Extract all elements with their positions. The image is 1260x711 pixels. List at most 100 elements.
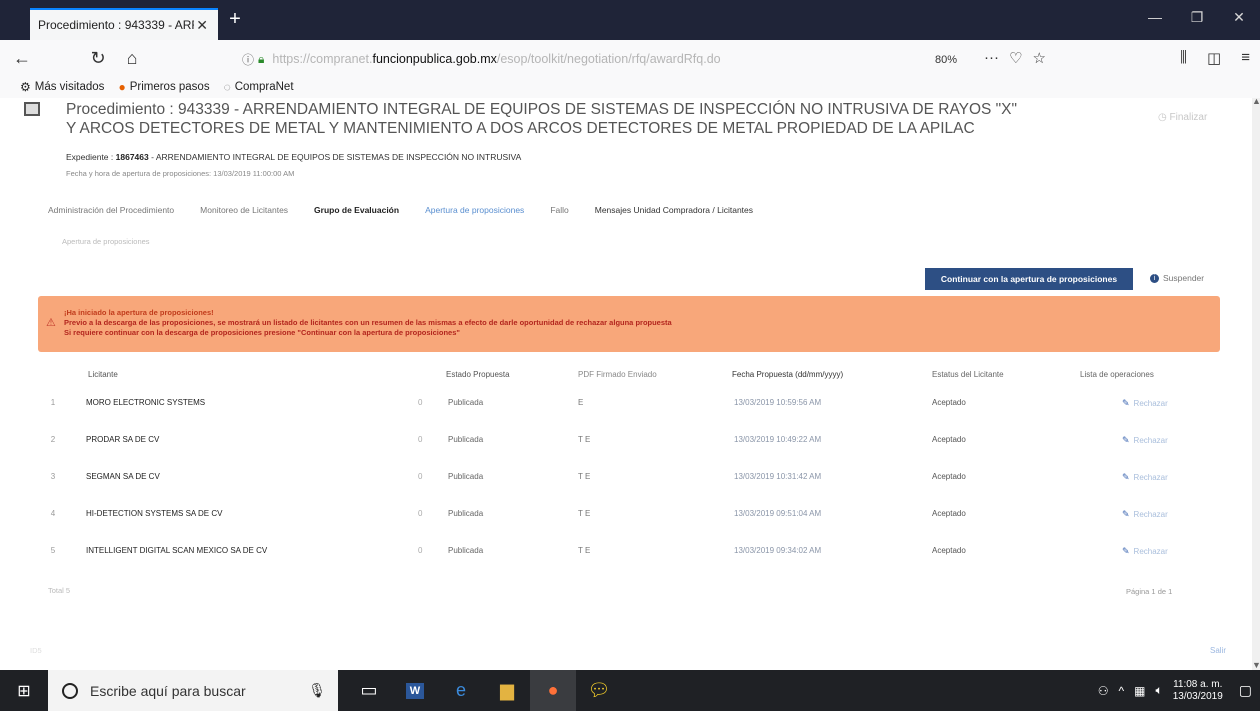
header-operaciones: Lista de operaciones xyxy=(1080,370,1154,379)
new-tab-button[interactable]: + xyxy=(224,9,246,31)
network-icon[interactable]: ▦ xyxy=(1134,684,1145,698)
bookmark-label: Más visitados xyxy=(34,81,105,93)
library-icon[interactable]: ⫼ xyxy=(1180,49,1187,67)
header-pdf[interactable]: PDF Firmado Enviado xyxy=(578,370,657,379)
volume-icon[interactable]: 🔈︎ xyxy=(1156,683,1163,698)
toolbar-right: ⫼ ◫ ≡ xyxy=(1180,49,1250,67)
fecha-propuesta: 13/03/2019 10:49:22 AM xyxy=(734,435,822,444)
estado-propuesta: Publicada xyxy=(448,546,484,555)
edit-icon: ✎ xyxy=(1122,398,1130,408)
estado-propuesta: Publicada xyxy=(448,435,484,444)
page-title: Procedimiento : 943339 - ARRENDAMIENTO I… xyxy=(66,100,1046,138)
edit-icon: ✎ xyxy=(1122,435,1130,445)
tab-administracion[interactable]: Administración del Procedimiento xyxy=(48,205,174,215)
tab-monitoreo[interactable]: Monitoreo de Licitantes xyxy=(200,205,288,215)
page-title-line-1: Procedimiento : 943339 - ARRENDAMIENTO I… xyxy=(66,101,1018,118)
edit-icon: ✎ xyxy=(1122,472,1130,482)
rechazar-label: Rechazar xyxy=(1133,510,1168,519)
pdf-firmado: T E xyxy=(578,435,591,444)
licitante-name: SEGMAN SA DE CV xyxy=(86,472,160,481)
bookmark-primeros-pasos[interactable]: ● Primeros pasos xyxy=(118,80,209,94)
breadcrumb: Apertura de proposiciones xyxy=(62,237,150,246)
bookmark-label: CompraNet xyxy=(234,81,294,93)
fecha-apertura: Fecha y hora de apertura de proposicione… xyxy=(66,169,295,178)
people-icon[interactable]: ⚇ xyxy=(1098,684,1109,698)
scroll-down-icon[interactable]: ▼ xyxy=(1252,660,1260,670)
search-placeholder: Escribe aquí para buscar xyxy=(90,682,246,699)
finalize-button[interactable]: ◷ Finalizar xyxy=(1158,112,1207,123)
menu-icon[interactable]: ≡ xyxy=(1241,49,1250,67)
navigation-toolbar: ← ↻ ⌂ ⓘ 🔒︎ https://compranet. funcionpubl… xyxy=(0,40,1260,76)
tab-apertura[interactable]: Apertura de proposiciones xyxy=(425,205,524,215)
rechazar-link[interactable]: ✎ Rechazar xyxy=(1122,472,1168,483)
warning-icon: ⚠ xyxy=(46,317,56,329)
header-estado[interactable]: Estado Propuesta xyxy=(446,370,510,379)
rechazar-link[interactable]: ✎ Rechazar xyxy=(1122,398,1168,409)
edit-icon: ✎ xyxy=(1122,509,1130,519)
clock-date: 13/03/2019 xyxy=(1172,690,1223,702)
word-icon[interactable]: W xyxy=(392,670,438,711)
star-icon[interactable]: ☆ xyxy=(1032,49,1045,67)
minimize-icon[interactable]: — xyxy=(1134,0,1176,34)
rechazar-link[interactable]: ✎ Rechazar xyxy=(1122,435,1168,446)
edge-icon[interactable]: e xyxy=(438,670,484,711)
estatus-licitante: Aceptado xyxy=(932,435,966,444)
bookmark-compranet[interactable]: ◌ CompraNet xyxy=(224,80,294,94)
tab-mensajes[interactable]: Mensajes Unidad Compradora / Licitantes xyxy=(595,205,753,215)
tray-chevron-icon[interactable]: ^ xyxy=(1119,684,1125,698)
taskbar-clock[interactable]: 11:08 a. m. 13/03/2019 xyxy=(1173,679,1223,703)
estatus-licitante: Aceptado xyxy=(932,472,966,481)
rechazar-link[interactable]: ✎ Rechazar xyxy=(1122,509,1168,520)
row-count: 0 xyxy=(418,472,423,481)
row-number: 1 xyxy=(50,398,56,407)
procedure-tabs: Administración del Procedimiento Monitor… xyxy=(48,205,779,215)
taskbar-search[interactable]: Escribe aquí para buscar 🎙︎ xyxy=(48,670,338,711)
chat-app-icon[interactable]: 💬︎ xyxy=(576,670,622,711)
close-tab-icon[interactable]: ✕ xyxy=(194,17,210,34)
rechazar-link[interactable]: ✎ Rechazar xyxy=(1122,546,1168,557)
pocket-icon[interactable]: ♡ xyxy=(1009,49,1022,67)
gear-icon: ⚙ xyxy=(20,80,31,94)
page-content: Procedimiento : 943339 - ARRENDAMIENTO I… xyxy=(0,98,1252,670)
back-arrow-icon[interactable]: ← xyxy=(10,46,34,70)
alert-line-3: Si requiere continuar con la descarga de… xyxy=(64,328,460,337)
info-icon[interactable]: ⓘ xyxy=(242,51,254,68)
notifications-icon[interactable]: ▢ xyxy=(1239,682,1252,699)
file-explorer-icon[interactable]: ▆ xyxy=(484,670,530,711)
licitante-name: PRODAR SA DE CV xyxy=(86,435,160,444)
table-row: 3 SEGMAN SA DE CV 0 Publicada T E 13/03/… xyxy=(40,460,1215,497)
header-fecha[interactable]: Fecha Propuesta (dd/mm/yyyy) xyxy=(732,370,843,379)
page-scrollbar[interactable] xyxy=(1252,98,1260,670)
more-icon[interactable]: ··· xyxy=(984,49,999,67)
browser-tab-bar: Procedimiento : 943339 - ARR ✕ + — ❐ ✕ xyxy=(0,0,1260,40)
firefox-taskbar-icon[interactable]: ● xyxy=(530,670,576,711)
browser-tab[interactable]: Procedimiento : 943339 - ARR ✕ xyxy=(30,8,218,40)
url-path: /esop/toolkit/negotiation/rfq/awardRfq.d… xyxy=(496,52,721,66)
microphone-icon[interactable]: 🎙︎ xyxy=(308,682,326,699)
header-estatus[interactable]: Estatus del Licitante xyxy=(932,370,1004,379)
suspend-button[interactable]: i Suspender xyxy=(1150,273,1204,283)
bookmark-mas-visitados[interactable]: ⚙ Más visitados xyxy=(20,80,104,94)
table-row: 4 HI-DETECTION SYSTEMS SA DE CV 0 Public… xyxy=(40,497,1215,534)
home-icon[interactable]: ⌂ xyxy=(120,46,144,70)
url-domain: funcionpublica.gob.mx xyxy=(372,52,497,66)
pdf-firmado: T E xyxy=(578,546,591,555)
rechazar-label: Rechazar xyxy=(1133,547,1168,556)
scroll-up-icon[interactable]: ▲ xyxy=(1252,96,1260,106)
windows-start-icon[interactable]: ⊞ xyxy=(0,670,48,711)
continue-apertura-button[interactable]: Continuar con la apertura de proposicion… xyxy=(925,268,1133,290)
rechazar-label: Rechazar xyxy=(1133,473,1168,482)
header-licitante[interactable]: Licitante xyxy=(88,370,118,379)
restore-icon[interactable]: ❐ xyxy=(1176,0,1218,34)
salir-link[interactable]: Salir xyxy=(1210,646,1226,655)
pdf-firmado: E xyxy=(578,398,584,407)
task-view-icon[interactable]: ▭ xyxy=(346,670,392,711)
rechazar-label: Rechazar xyxy=(1133,399,1168,408)
reload-icon[interactable]: ↻ xyxy=(86,46,110,70)
zoom-level[interactable]: 80% xyxy=(935,54,957,66)
url-prefix: https://compranet. xyxy=(272,52,373,66)
sidebar-icon[interactable]: ◫ xyxy=(1207,49,1221,67)
tab-fallo[interactable]: Fallo xyxy=(550,205,568,215)
close-window-icon[interactable]: ✕ xyxy=(1218,0,1260,34)
tab-grupo-evaluacion[interactable]: Grupo de Evaluación xyxy=(314,205,399,215)
